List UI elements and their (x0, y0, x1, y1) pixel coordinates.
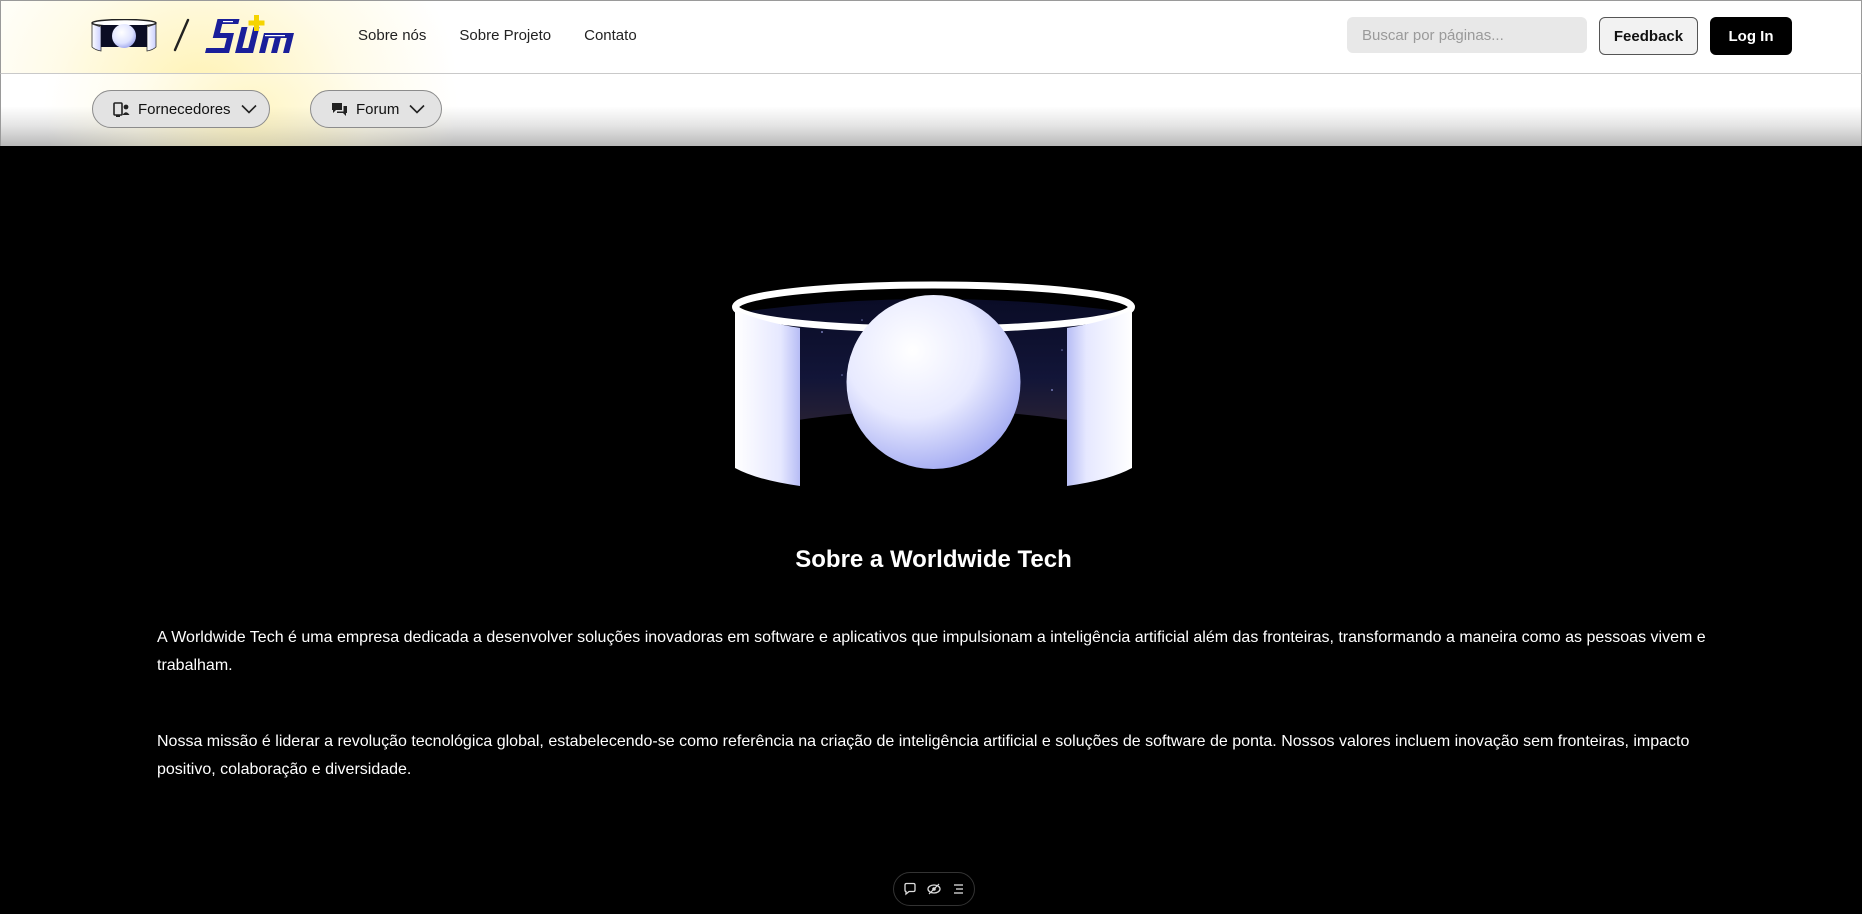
comment-icon[interactable] (903, 882, 917, 896)
sum-logo[interactable] (205, 13, 305, 59)
chevron-down-icon (240, 104, 257, 114)
sub-nav-bar: Fornecedores Forum (0, 74, 1862, 146)
about-paragraph-1: A Worldwide Tech é uma empresa dedicada … (157, 629, 1706, 674)
about-paragraph-2: Nossa missão é liderar a revolução tecno… (157, 733, 1690, 778)
fornecedores-dropdown[interactable]: Fornecedores (92, 90, 270, 128)
person-monitor-icon (113, 101, 130, 118)
login-button[interactable]: Log In (1710, 17, 1792, 55)
top-header: Sobre nós Sobre Projeto Contato Feedback… (0, 0, 1862, 74)
list-icon[interactable] (951, 882, 965, 896)
eye-toggle-icon[interactable] (927, 882, 941, 896)
forum-dropdown[interactable]: Forum (310, 90, 442, 128)
feedback-button[interactable]: Feedback (1599, 17, 1698, 55)
worldwide-tech-logo[interactable] (91, 19, 157, 53)
forum-label: Forum (356, 100, 400, 118)
fornecedores-label: Fornecedores (138, 100, 231, 118)
chat-bubbles-icon (331, 101, 348, 118)
floating-toolbar (893, 872, 975, 906)
main-nav: Sobre nós Sobre Projeto Contato (358, 27, 670, 45)
search-input[interactable] (1347, 17, 1587, 53)
nav-sobre-projeto[interactable]: Sobre Projeto (459, 27, 551, 45)
nav-sobre-nos[interactable]: Sobre nós (358, 27, 426, 45)
page-title: Sobre a Worldwide Tech (795, 546, 1072, 573)
nav-contato[interactable]: Contato (584, 27, 637, 45)
hero-logo-image (732, 281, 1135, 486)
chevron-down-icon (409, 104, 425, 114)
main-content: Sobre a Worldwide Tech A Worldwide Tech … (0, 146, 1862, 914)
breadcrumb-separator (173, 18, 190, 52)
